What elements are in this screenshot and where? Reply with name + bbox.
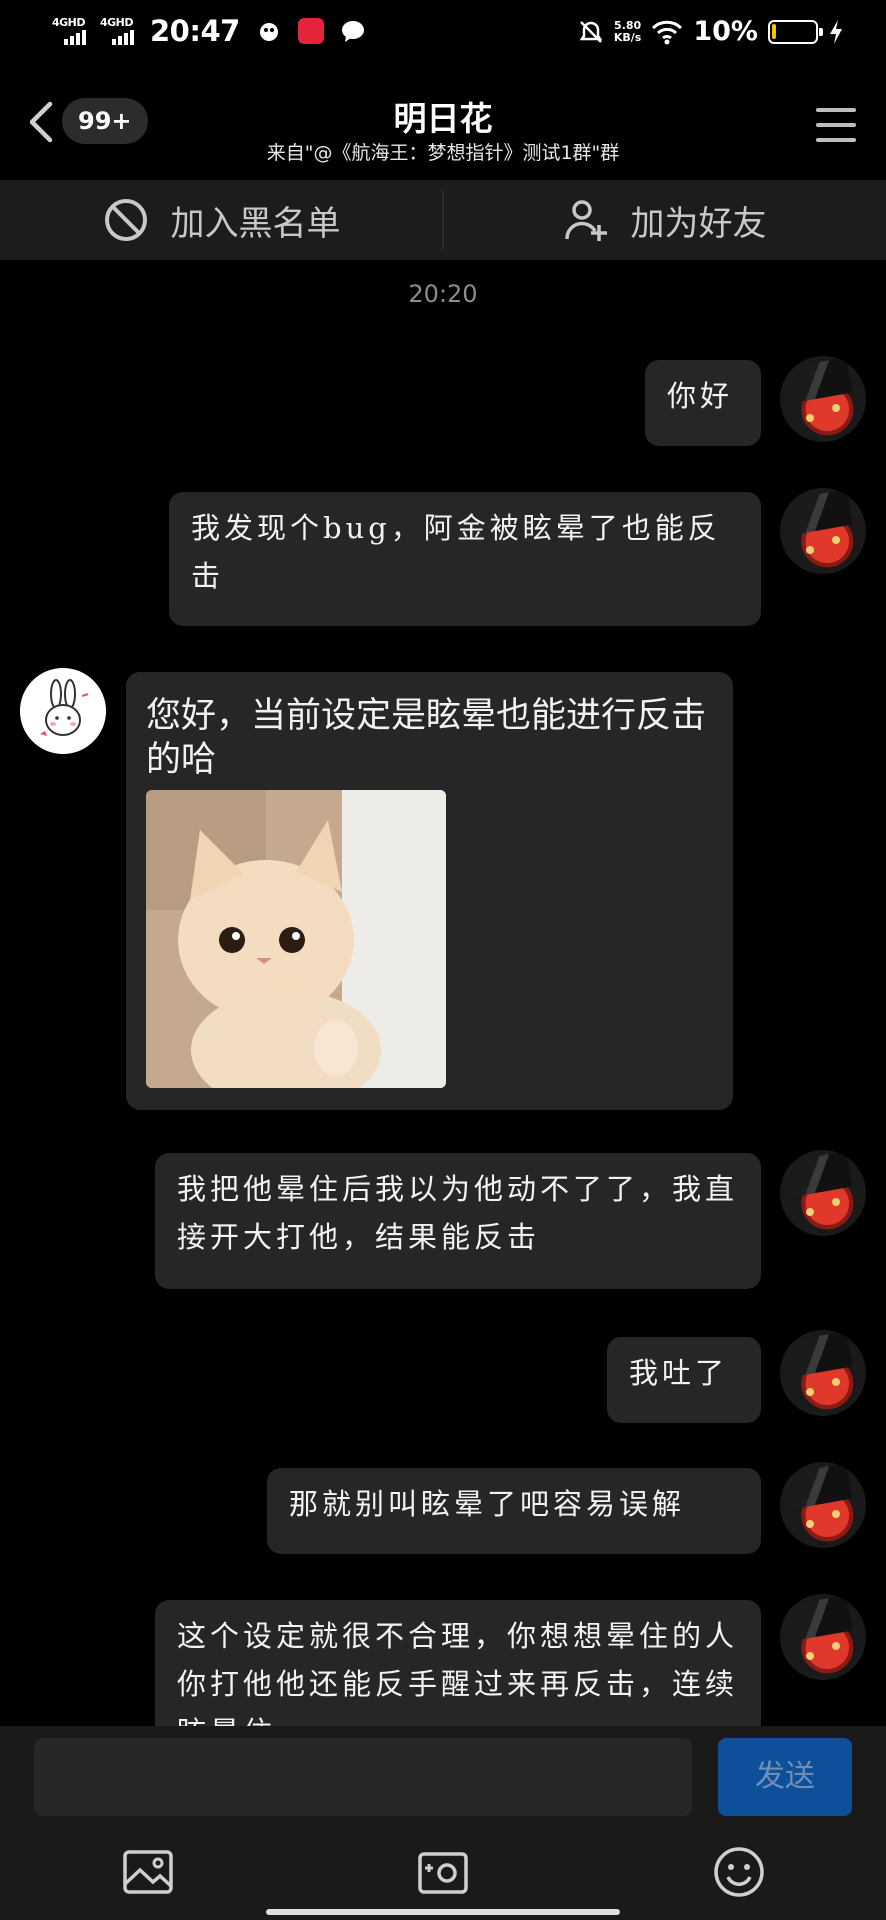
action-divider <box>442 190 444 250</box>
message-text: 你好 <box>667 379 734 413</box>
self-avatar[interactable] <box>780 1594 866 1680</box>
network-speed: 5.80 KB/s <box>613 18 642 44</box>
cat-sticker-image[interactable] <box>146 790 446 1088</box>
battery-level <box>772 23 776 39</box>
add-friend-label: 加为好友 <box>630 203 767 244</box>
self-avatar[interactable] <box>780 1330 866 1416</box>
message-text: 您好，当前设定是眩晕也能进行反击的哈 <box>146 696 707 780</box>
status-bar: 4GHD 4GHD 20:47 5.80 KB/s 10% <box>0 0 886 68</box>
message-bubble[interactable]: 那就别叫眩晕了吧容易误解 <box>267 1468 761 1554</box>
message-text: 那就别叫眩晕了吧容易误解 <box>289 1487 686 1521</box>
cellular-signal-icon: 4GHD <box>50 14 90 48</box>
message-bubble[interactable]: 我发现个bug，阿金被眩晕了也能反击 <box>169 492 761 626</box>
message-text: 我吐了 <box>629 1356 729 1390</box>
message-bubble[interactable]: 我把他晕住后我以为他动不了了，我直接开大打他，结果能反击 <box>155 1153 761 1289</box>
self-avatar[interactable] <box>780 1150 866 1236</box>
battery-percent: 10% <box>693 16 758 47</box>
send-button[interactable]: 发送 <box>718 1738 852 1816</box>
cellular-signal-icon-2: 4GHD <box>98 14 138 48</box>
message-input[interactable] <box>34 1738 692 1816</box>
speed-value: 5.80 <box>614 18 642 32</box>
chat-title: 明日花 <box>393 99 493 138</box>
message-notification-icon <box>341 21 364 42</box>
input-area: 发送 <box>0 1726 886 1920</box>
add-friend-button[interactable]: 加为好友 <box>443 180 886 260</box>
app-badge-icon <box>297 18 324 44</box>
self-avatar[interactable] <box>780 356 866 442</box>
charging-icon <box>830 19 842 44</box>
battery-icon <box>768 19 823 44</box>
camera-icon[interactable] <box>415 1844 471 1900</box>
self-avatar[interactable] <box>780 1462 866 1548</box>
home-indicator[interactable] <box>266 1909 620 1915</box>
status-time: 20:47 <box>150 14 240 48</box>
stranger-action-bar: 加入黑名单 加为好友 <box>0 180 886 260</box>
message-text: 我把他晕住后我以为他动不了了，我直接开大打他，结果能反击 <box>177 1172 739 1254</box>
status-left: 4GHD 4GHD 20:47 <box>50 14 366 48</box>
chat-subtitle: 来自"@《航海王：梦想指针》测试1群"群 <box>266 142 620 164</box>
add-friend-icon <box>564 200 607 241</box>
chat-timestamp: 20:20 <box>408 280 478 308</box>
status-right: 5.80 KB/s 10% <box>578 16 844 47</box>
self-avatar[interactable] <box>780 488 866 574</box>
message-text: 我发现个bug，阿金被眩晕了也能反击 <box>191 511 721 593</box>
speed-unit: KB/s <box>613 30 642 44</box>
menu-icon[interactable] <box>816 108 856 142</box>
emoji-icon[interactable] <box>711 1844 767 1900</box>
add-to-blacklist-button[interactable]: 加入黑名单 <box>0 180 443 260</box>
network-type-2: 4GHD <box>100 16 134 29</box>
contact-avatar-rabbit-icon[interactable] <box>20 668 106 754</box>
wifi-icon <box>652 20 683 44</box>
network-type-1: 4GHD <box>52 16 86 29</box>
image-icon[interactable] <box>120 1844 176 1900</box>
blacklist-label: 加入黑名单 <box>170 203 341 244</box>
block-icon <box>104 199 147 241</box>
mute-icon <box>579 20 603 43</box>
message-bubble[interactable]: 我吐了 <box>607 1337 761 1423</box>
chat-header: 99+ 明日花 来自"@《航海王：梦想指针》测试1群"群 <box>0 68 886 180</box>
app-notification-icon <box>259 23 278 41</box>
message-bubble[interactable]: 你好 <box>645 360 761 446</box>
